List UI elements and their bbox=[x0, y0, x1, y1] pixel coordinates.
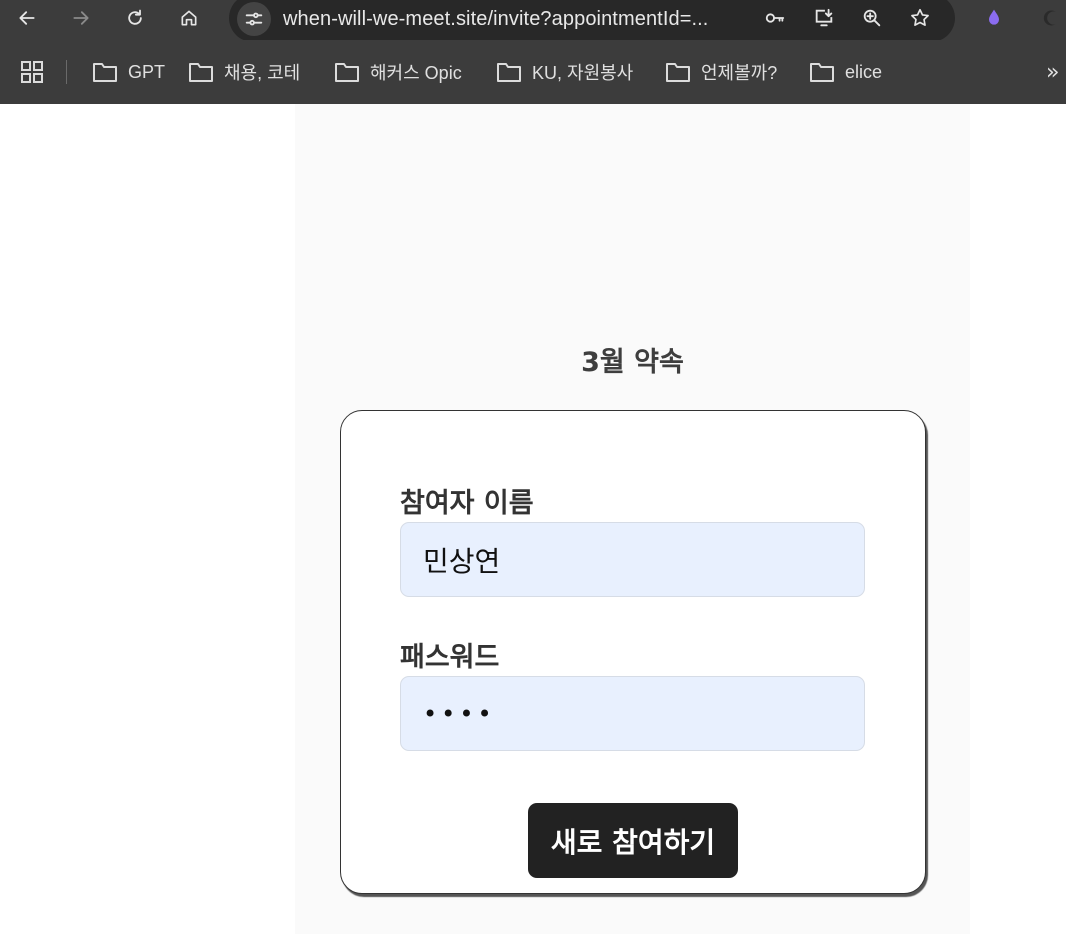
bookmark-label: GPT bbox=[128, 61, 166, 82]
install-icon bbox=[815, 8, 833, 27]
arrow-left-icon bbox=[19, 11, 35, 25]
folder-icon bbox=[335, 63, 359, 82]
apps-grid-icon[interactable] bbox=[20, 60, 44, 84]
back-button[interactable] bbox=[9, 0, 45, 36]
key-icon bbox=[765, 13, 785, 23]
url-text[interactable]: when-will-we-meet.site/invite?appointmen… bbox=[283, 8, 708, 31]
folder-icon bbox=[666, 63, 690, 82]
folder-icon bbox=[497, 63, 521, 82]
folder-icon bbox=[189, 63, 213, 82]
tune-icon bbox=[245, 12, 263, 26]
bookmark-folder-jobs[interactable]: 채용, 코테 bbox=[188, 59, 300, 85]
page-viewport: 3월 약속 참여자 이름 민상연 패스워드 •••• 새로 참여하기 bbox=[0, 104, 1066, 934]
name-label: 참여자 이름 bbox=[400, 488, 534, 519]
forward-button[interactable] bbox=[63, 0, 99, 36]
password-input[interactable]: •••• bbox=[400, 676, 865, 751]
bookmark-folder-gpt[interactable]: GPT bbox=[92, 59, 165, 85]
bookmark-folder-opic[interactable]: 해커스 Opic bbox=[334, 59, 462, 85]
password-key-button[interactable] bbox=[760, 3, 790, 33]
name-input[interactable]: 민상연 bbox=[400, 522, 865, 597]
password-label: 패스워드 bbox=[400, 642, 500, 673]
folder-icon bbox=[810, 63, 834, 82]
profile-button[interactable] bbox=[1030, 0, 1066, 36]
folder-icon bbox=[93, 63, 117, 82]
bookmarks-overflow-button[interactable]: » bbox=[1046, 60, 1059, 85]
join-button[interactable]: 새로 참여하기 bbox=[528, 803, 738, 878]
bookmark-folder-when[interactable]: 언제볼까? bbox=[665, 59, 777, 85]
star-icon bbox=[911, 8, 929, 26]
bookmark-separator bbox=[66, 60, 67, 84]
bookmark-label: elice bbox=[845, 61, 883, 82]
home-icon bbox=[181, 10, 197, 26]
extension-button[interactable] bbox=[976, 0, 1012, 36]
zoom-button[interactable] bbox=[857, 3, 887, 33]
bookmark-label: KU, 자원봉사 bbox=[532, 63, 634, 83]
drop-icon bbox=[989, 9, 999, 25]
reload-button[interactable] bbox=[117, 0, 153, 36]
moon-icon bbox=[1043, 10, 1058, 26]
join-form-card: 참여자 이름 민상연 패스워드 •••• 새로 참여하기 bbox=[340, 410, 926, 894]
bookmark-label: 언제볼까? bbox=[701, 63, 778, 83]
bookmark-star-button[interactable] bbox=[905, 3, 935, 33]
bookmarks-bar: GPT 채용, 코테 해커스 Opic KU, 자원봉사 언제볼까? elice… bbox=[0, 40, 1066, 104]
browser-toolbar: when-will-we-meet.site/invite?appointmen… bbox=[0, 0, 1066, 42]
reload-icon bbox=[128, 9, 142, 25]
home-button[interactable] bbox=[171, 0, 207, 36]
arrow-right-icon bbox=[73, 11, 89, 25]
bookmark-folder-ku[interactable]: KU, 자원봉사 bbox=[496, 59, 633, 85]
bookmark-label: 해커스 Opic bbox=[370, 63, 462, 83]
install-app-button[interactable] bbox=[809, 3, 839, 33]
bookmark-label: 채용, 코테 bbox=[224, 63, 301, 83]
site-info-button[interactable] bbox=[237, 2, 271, 36]
bookmark-folder-elice[interactable]: elice bbox=[809, 59, 882, 85]
zoom-in-icon bbox=[863, 9, 881, 27]
page-title: 3월 약속 bbox=[581, 347, 684, 378]
content-column: 3월 약속 참여자 이름 민상연 패스워드 •••• 새로 참여하기 bbox=[295, 104, 970, 934]
address-bar[interactable]: when-will-we-meet.site/invite?appointmen… bbox=[229, 0, 955, 42]
